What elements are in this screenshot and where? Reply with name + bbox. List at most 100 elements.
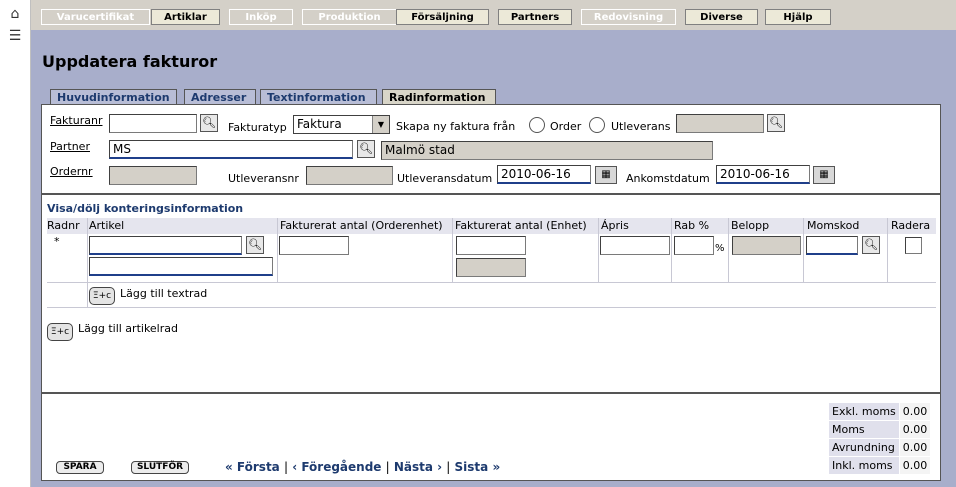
- pager-separator: |: [446, 460, 451, 474]
- utleveransnr-label: Utleveransnr: [228, 172, 299, 185]
- nav-tab-diverse[interactable]: Diverse: [685, 9, 758, 25]
- col-radnr: Radnr: [47, 219, 80, 232]
- grid-line: [87, 218, 88, 308]
- tab-radinformation[interactable]: Radinformation: [382, 89, 496, 104]
- totals-row: Inkl. moms 0.00: [828, 456, 932, 475]
- nav-tab-inkop: Inköp: [229, 9, 293, 25]
- partner-input[interactable]: MS: [109, 140, 353, 159]
- search-icon[interactable]: 🔍︎: [357, 140, 375, 158]
- col-belopp: Belopp: [731, 219, 770, 232]
- totals-label: Inkl. moms: [828, 456, 900, 475]
- grid-line: [598, 218, 599, 282]
- grid-line: [803, 218, 804, 282]
- col-radera: Radera: [891, 219, 931, 232]
- tab-textinformation[interactable]: Textinformation: [260, 89, 377, 104]
- nav-tab-hjalp[interactable]: Hjälp: [765, 9, 831, 25]
- home-icon[interactable]: ⌂: [6, 6, 24, 22]
- utleveransnr-field: [306, 166, 393, 185]
- grid-line: [887, 218, 888, 282]
- fakturatyp-value: Faktura: [297, 117, 342, 131]
- totals-table: Exkl. moms 0.00 Moms 0.00 Avrundning 0.0…: [828, 402, 932, 475]
- add-textrow-link[interactable]: Lägg till textrad: [120, 287, 207, 300]
- toggle-accounting-link[interactable]: Visa/dölj konteringsinformation: [47, 202, 243, 215]
- grid-line: [671, 218, 672, 282]
- partner-label: Partner: [50, 140, 90, 153]
- add-articlerow-link[interactable]: Lägg till artikelrad: [78, 322, 178, 335]
- tab-huvudinformation[interactable]: Huvudinformation: [50, 89, 177, 104]
- skapa-label: Skapa ny faktura från: [396, 120, 516, 133]
- fakturatyp-label: Fakturatyp: [228, 121, 287, 134]
- totals-value: 0.00: [898, 420, 932, 439]
- top-navigation: Varucertifikat Artiklar Inköp Produktion…: [31, 0, 956, 30]
- totals-value: 0.00: [898, 402, 932, 421]
- invoice-rows-panel: Visa/dölj konteringsinformation Radnr Ar…: [41, 194, 941, 393]
- grid-line: [47, 307, 936, 308]
- totals-row: Avrundning 0.00: [828, 438, 932, 457]
- col-momskod: Momskod: [807, 219, 860, 232]
- utleverans-radio[interactable]: [589, 117, 605, 133]
- utleveransdatum-label: Utleveransdatum: [397, 172, 493, 185]
- fakturatyp-select[interactable]: Faktura ▼: [293, 115, 390, 134]
- totals-label: Avrundning: [828, 438, 900, 457]
- prev-page-link[interactable]: ‹ Föregående: [292, 460, 381, 474]
- ankomstdatum-input[interactable]: 2010-06-16: [716, 165, 810, 184]
- search-icon[interactable]: 🔍︎: [200, 114, 218, 132]
- grid-line: [277, 218, 278, 282]
- nav-tab-varucertifikat: Varucertifikat: [41, 9, 150, 25]
- pager-separator: |: [385, 460, 390, 474]
- left-toolbar: ⌂ ☰: [0, 0, 31, 487]
- finish-button[interactable]: SLUTFÖR: [131, 461, 189, 474]
- next-page-link[interactable]: Nästa ›: [394, 460, 442, 474]
- nav-tab-produktion: Produktion: [302, 9, 397, 25]
- utleveransdatum-input[interactable]: 2010-06-16: [497, 165, 591, 184]
- momskod-input[interactable]: [806, 236, 858, 255]
- fakturanr-label: Fakturanr: [50, 114, 103, 127]
- last-page-link[interactable]: Sista »: [455, 460, 501, 474]
- col-apris: Ápris: [601, 219, 629, 232]
- fakt-antal-order-input[interactable]: [279, 236, 349, 255]
- totals-value: 0.00: [898, 456, 932, 475]
- order-radio[interactable]: [529, 117, 545, 133]
- nav-tab-forsaljning[interactable]: Försäljning: [396, 9, 489, 25]
- nav-tab-redovisning: Redovisning: [581, 9, 676, 25]
- fakt-antal-enhet-input[interactable]: [456, 236, 526, 255]
- artikel-input[interactable]: [89, 236, 242, 255]
- rab-input[interactable]: [674, 236, 714, 255]
- chevron-down-icon[interactable]: ▼: [372, 116, 389, 133]
- ankomstdatum-label: Ankomstdatum: [626, 172, 710, 185]
- ordernr-field: [109, 166, 197, 185]
- pagination: « Första | ‹ Föregående | Nästa › | Sist…: [225, 460, 500, 474]
- radera-checkbox[interactable]: [905, 237, 922, 254]
- first-page-link[interactable]: « Första: [225, 460, 280, 474]
- add-articlerow-icon[interactable]: Ξ+c: [47, 323, 73, 341]
- nav-tab-partners[interactable]: Partners: [498, 9, 572, 25]
- new-row-marker: *: [54, 235, 60, 248]
- page-title: Uppdatera fakturor: [42, 52, 218, 71]
- calendar-icon[interactable]: ▦: [595, 166, 617, 184]
- utleverans-input: [676, 114, 764, 133]
- grid-line: [728, 218, 729, 282]
- apris-input[interactable]: [600, 236, 670, 255]
- artikel-text-input[interactable]: [89, 257, 273, 276]
- tab-adresser[interactable]: Adresser: [184, 89, 256, 104]
- grid-line: [47, 282, 936, 283]
- utleverans-label: Utleverans: [611, 120, 671, 133]
- save-button[interactable]: SPARA: [56, 461, 104, 474]
- grid-line: [452, 218, 453, 282]
- fakt-antal-enhet-readonly: [456, 258, 526, 277]
- totals-label: Exkl. moms: [828, 402, 900, 421]
- partner-name-field: Malmö stad: [381, 141, 713, 160]
- totals-row: Exkl. moms 0.00: [828, 402, 932, 421]
- totals-row: Moms 0.00: [828, 420, 932, 439]
- calendar-icon[interactable]: ▦: [813, 166, 835, 184]
- col-fakt-antal-order: Fakturerat antal (Orderenhet): [280, 219, 443, 232]
- nav-tab-artiklar[interactable]: Artiklar: [151, 9, 220, 25]
- fakturanr-input[interactable]: [109, 114, 197, 133]
- search-icon[interactable]: 🔍︎: [246, 236, 264, 254]
- percent-sign: %: [715, 243, 725, 254]
- col-rab: Rab %: [674, 219, 710, 232]
- search-icon[interactable]: 🔍︎: [767, 114, 785, 132]
- search-icon[interactable]: 🔍︎: [862, 236, 880, 254]
- add-textrow-icon[interactable]: Ξ+c: [89, 287, 115, 305]
- list-icon[interactable]: ☰: [6, 28, 24, 44]
